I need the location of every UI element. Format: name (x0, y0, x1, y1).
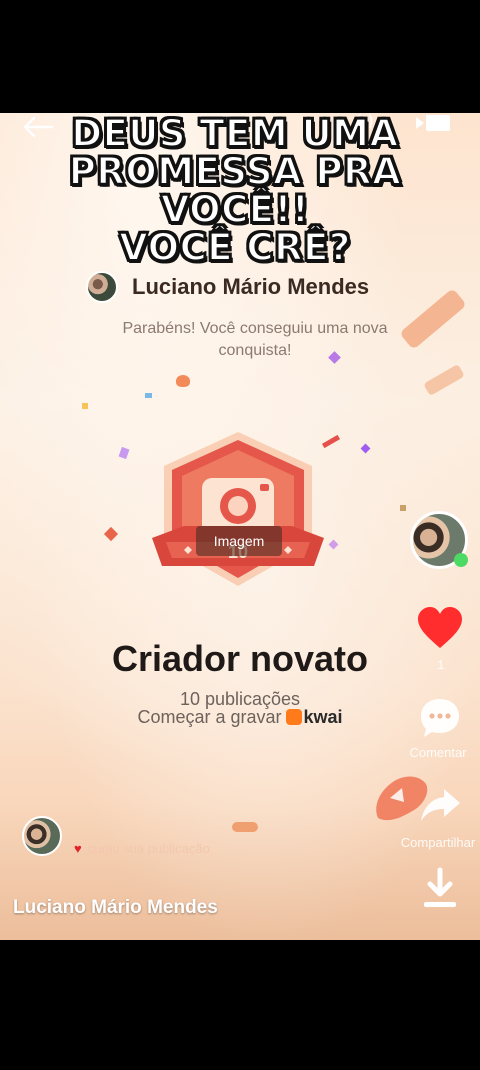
level-tag (232, 822, 258, 832)
confetti (360, 443, 371, 454)
notification-avatar (22, 816, 62, 856)
heart-icon[interactable] (416, 606, 464, 650)
like-count: 1 (437, 658, 445, 672)
small-heart-icon: ♥ (74, 841, 82, 856)
follow-plus-icon[interactable] (454, 553, 468, 567)
share-arrow-icon[interactable] (418, 783, 462, 827)
congrats-message: Parabéns! Você conseguiu uma nova conqui… (122, 320, 388, 359)
download-icon[interactable] (420, 866, 460, 912)
author-name[interactable]: Luciano Mário Mendes (13, 897, 218, 919)
confetti (400, 505, 406, 511)
share-label[interactable]: Compartilhar (398, 835, 478, 850)
kwai-logo-icon (285, 709, 302, 725)
confetti (103, 526, 119, 542)
confetti (118, 446, 130, 460)
brand-name: kwai (303, 707, 343, 727)
notification-text: curtiu sua publicação (87, 841, 210, 856)
caption-line: PROMESSA PRA (68, 150, 402, 193)
start-recording-row[interactable]: Começar a gravar kwai (0, 707, 480, 728)
status-area (0, 0, 480, 113)
video-frame[interactable]: ( ) DEUS TEM UMA PROMESSA PRA VOCÊ!! VOC… (0, 113, 480, 940)
confetti (423, 363, 465, 397)
achievement-badge-icon: 10 (152, 432, 324, 586)
caption-line: DEUS TEM UMA (70, 113, 399, 155)
avatar (86, 271, 118, 303)
image-label: Imagem (196, 526, 282, 556)
comment-label[interactable]: Comentar (398, 745, 478, 760)
start-recording-label: Começar a gravar (137, 707, 282, 727)
card-user-row: Luciano Mário Mendes (86, 271, 369, 303)
confetti (82, 403, 88, 409)
comment-bubble-icon[interactable] (418, 696, 462, 740)
confetti (145, 393, 152, 398)
card-user-name: Luciano Mário Mendes (132, 274, 370, 299)
publications-count: 10 publicações (179, 689, 301, 709)
navigation-area (0, 940, 480, 1070)
caption-line: VOCÊ!! (160, 188, 310, 231)
overlay-caption: DEUS TEM UMA PROMESSA PRA VOCÊ!! VOCÊ CR… (0, 113, 470, 269)
notification-action: ♥ curtiu sua publicação (74, 841, 210, 856)
achievement-title: Criador novato (111, 638, 369, 679)
confetti (176, 375, 190, 387)
caption-line: VOCÊ CRÊ? (118, 226, 351, 269)
